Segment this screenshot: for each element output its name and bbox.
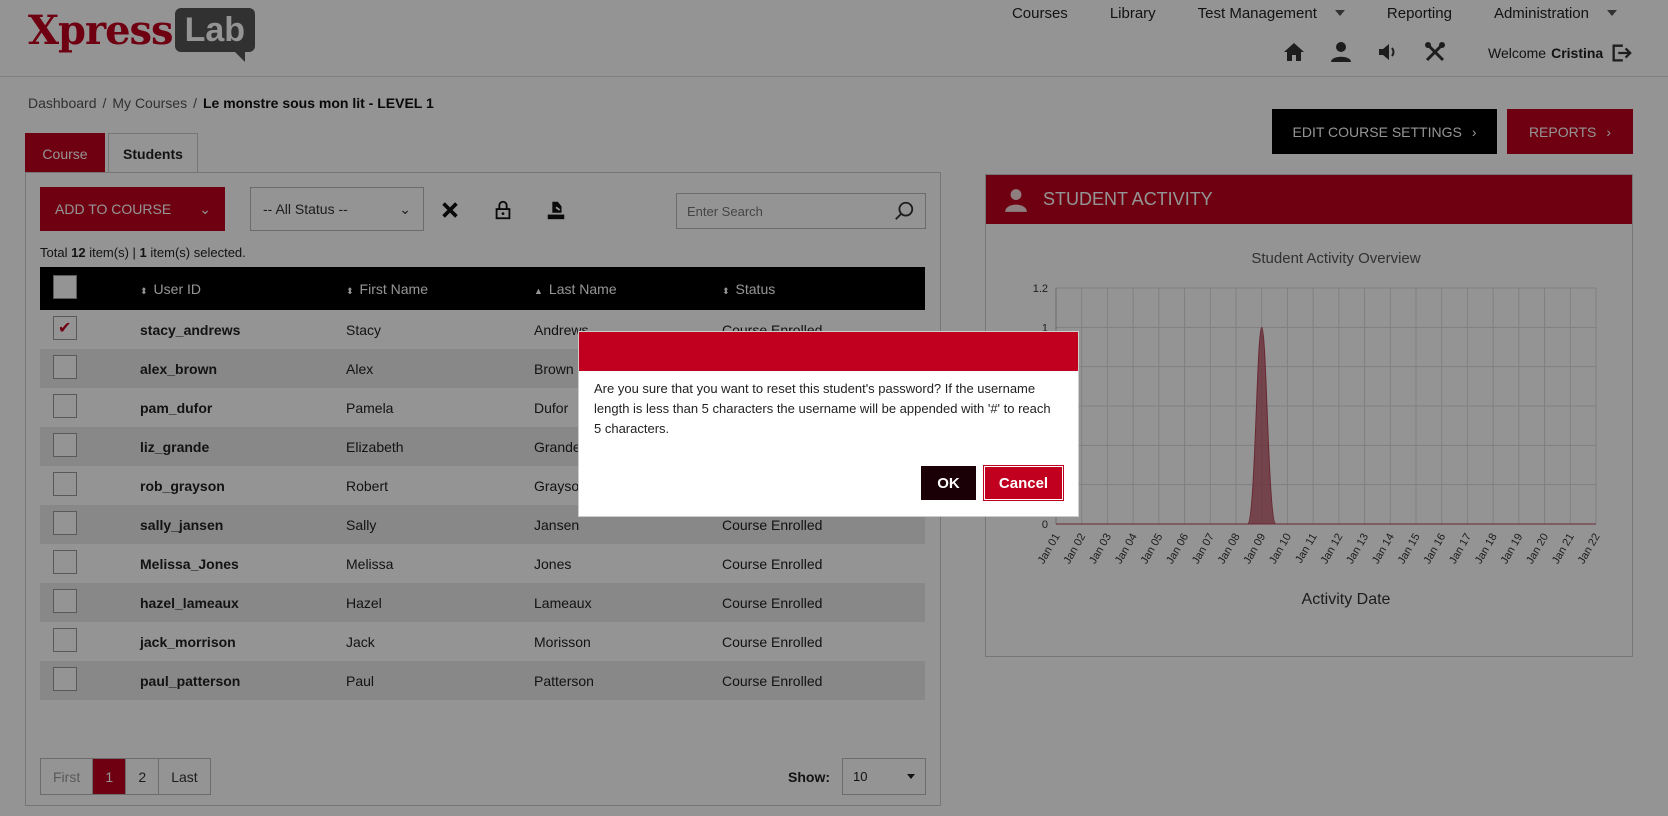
- ok-button[interactable]: OK: [921, 466, 976, 500]
- reset-password-dialog: Are you sure that you want to reset this…: [578, 331, 1079, 517]
- cancel-button[interactable]: Cancel: [983, 465, 1064, 501]
- dialog-header: [579, 332, 1078, 371]
- dialog-message: Are you sure that you want to reset this…: [594, 381, 1051, 436]
